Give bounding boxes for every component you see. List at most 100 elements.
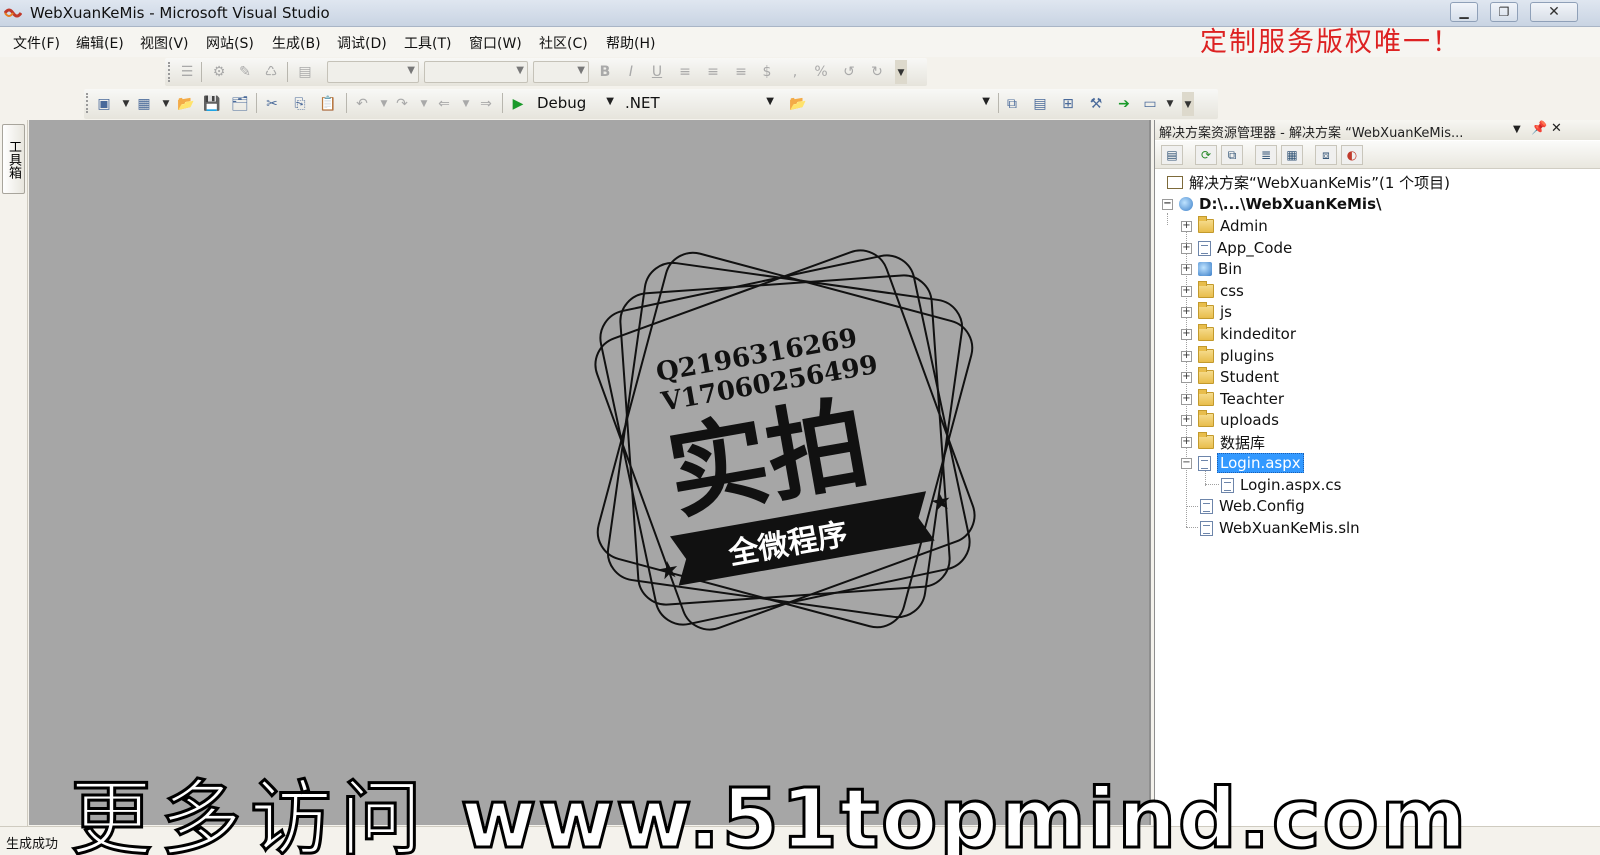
- align-right-icon[interactable]: ≡: [731, 62, 751, 82]
- menu-view[interactable]: 视图(V): [140, 33, 189, 53]
- copy-website-icon[interactable]: ⧈: [1315, 145, 1337, 165]
- tree-node-web-config[interactable]: Web.Config: [1200, 495, 1305, 517]
- expand-icon[interactable]: +: [1181, 285, 1192, 297]
- menu-community[interactable]: 社区(C): [539, 33, 588, 53]
- solution-platform-combo[interactable]: .NET ▼: [620, 92, 778, 114]
- tree-node-login-aspx-cs[interactable]: Login.aspx.cs: [1221, 474, 1341, 496]
- underline-icon[interactable]: U: [647, 62, 667, 82]
- paste-icon[interactable]: 📋: [318, 94, 338, 114]
- window-position-dropdown[interactable]: ▼: [1513, 124, 1521, 135]
- tree-node-plugins[interactable]: + plugins: [1181, 345, 1274, 367]
- expand-icon[interactable]: +: [1181, 350, 1192, 362]
- start-debug-icon[interactable]: ▶: [508, 94, 528, 114]
- tree-node-teachter[interactable]: + Teachter: [1181, 388, 1284, 410]
- apply-style-icon[interactable]: ♺: [261, 62, 281, 82]
- font-size-combo[interactable]: ▼: [533, 61, 589, 83]
- object-browser-icon[interactable]: ⊞: [1058, 94, 1078, 114]
- toolbar-grip[interactable]: [168, 62, 171, 82]
- minimize-button[interactable]: ▁: [1450, 2, 1478, 22]
- decrease-decimal-icon[interactable]: ↺: [839, 62, 859, 82]
- menu-edit[interactable]: 编辑(E): [76, 33, 124, 53]
- format-icon[interactable]: ⚙: [209, 62, 229, 82]
- toolbox-icon[interactable]: ⚒: [1086, 94, 1106, 114]
- tree-node-css[interactable]: + css: [1181, 280, 1244, 302]
- copy-icon[interactable]: ⎘: [290, 94, 310, 114]
- tree-node-js[interactable]: + js: [1181, 301, 1232, 323]
- refresh-icon[interactable]: ⟳: [1195, 145, 1217, 165]
- align-left-icon[interactable]: ≡: [675, 62, 695, 82]
- view-designer-icon[interactable]: ▦: [1281, 145, 1303, 165]
- command-window-icon[interactable]: ▭: [1140, 94, 1160, 114]
- cut-icon[interactable]: ✂: [262, 94, 282, 114]
- properties-window-icon[interactable]: ▤: [1030, 94, 1050, 114]
- percent-icon[interactable]: %: [811, 62, 831, 82]
- pin-icon[interactable]: 📌: [1531, 121, 1547, 136]
- redo-icon[interactable]: ↷: [392, 94, 412, 114]
- align-center-icon[interactable]: ≡: [703, 62, 723, 82]
- menu-window[interactable]: 窗口(W): [469, 33, 522, 53]
- expand-icon[interactable]: +: [1181, 436, 1192, 448]
- style-manager-icon[interactable]: ▤: [295, 62, 315, 82]
- tree-node-login-aspx[interactable]: − Login.aspx: [1181, 452, 1304, 474]
- collapse-icon[interactable]: −: [1162, 198, 1173, 210]
- tree-node-student[interactable]: + Student: [1181, 366, 1279, 388]
- indent-icon[interactable]: ☰: [177, 62, 197, 82]
- solution-configuration-combo[interactable]: Debug ▼: [532, 92, 618, 114]
- new-project-icon[interactable]: ▣: [94, 94, 114, 114]
- expand-icon[interactable]: +: [1181, 371, 1192, 383]
- toolbar-overflow-icon[interactable]: ▼: [1182, 92, 1194, 116]
- expand-icon[interactable]: +: [1181, 263, 1192, 275]
- close-icon[interactable]: ✕: [1551, 121, 1562, 136]
- menu-tools[interactable]: 工具(T): [404, 33, 451, 53]
- open-folder-icon[interactable]: 📂: [176, 94, 196, 114]
- properties-icon[interactable]: ▤: [1161, 145, 1183, 165]
- navigate-backward-icon[interactable]: ⇐: [434, 94, 454, 114]
- chevron-down-icon[interactable]: ▼: [374, 94, 394, 114]
- view-code-icon[interactable]: ≣: [1255, 145, 1277, 165]
- menu-debug[interactable]: 调试(D): [337, 33, 387, 53]
- navigate-forward-icon[interactable]: ⇒: [476, 94, 496, 114]
- expand-icon[interactable]: +: [1181, 306, 1192, 318]
- add-item-icon[interactable]: ▦: [134, 94, 154, 114]
- italic-icon[interactable]: I: [621, 62, 641, 82]
- collapse-icon[interactable]: −: [1181, 457, 1192, 469]
- expand-icon[interactable]: +: [1181, 393, 1192, 405]
- nest-files-icon[interactable]: ⧉: [1221, 145, 1243, 165]
- close-window-button[interactable]: ✕: [1530, 2, 1578, 22]
- bold-icon[interactable]: B: [595, 62, 615, 82]
- chevron-down-icon[interactable]: ▼: [1160, 94, 1180, 114]
- toolbar-grip[interactable]: [86, 93, 89, 113]
- start-page-icon[interactable]: ➔: [1114, 94, 1134, 114]
- expand-icon[interactable]: +: [1181, 242, 1192, 254]
- tree-node-solution-file[interactable]: WebXuanKeMis.sln: [1200, 517, 1360, 539]
- find-in-files-icon[interactable]: 📂: [788, 94, 808, 114]
- increase-decimal-icon[interactable]: ↻: [867, 62, 887, 82]
- chevron-down-icon[interactable]: ▼: [456, 94, 476, 114]
- solution-explorer-icon[interactable]: ⧉: [1002, 94, 1022, 114]
- style-icon[interactable]: ✎: [235, 62, 255, 82]
- expand-icon[interactable]: +: [1181, 220, 1192, 232]
- find-combo[interactable]: ▼: [812, 92, 994, 114]
- menu-file[interactable]: 文件(F): [13, 33, 60, 53]
- tree-node-uploads[interactable]: + uploads: [1181, 409, 1279, 431]
- menu-website[interactable]: 网站(S): [206, 33, 254, 53]
- solution-node[interactable]: 解决方案“WebXuanKeMis”(1 个项目): [1167, 171, 1450, 193]
- tree-node-bin[interactable]: + Bin: [1181, 258, 1242, 280]
- font-combo[interactable]: ▼: [424, 61, 528, 83]
- toolbar-overflow-icon[interactable]: ▼: [895, 60, 907, 84]
- chevron-down-icon[interactable]: ▼: [156, 94, 176, 114]
- expand-icon[interactable]: +: [1181, 328, 1192, 340]
- dollar-icon[interactable]: $: [757, 62, 777, 82]
- style-combo[interactable]: ▼: [327, 61, 419, 83]
- tree-node-app-code[interactable]: + App_Code: [1181, 237, 1292, 259]
- chevron-down-icon[interactable]: ▼: [116, 94, 136, 114]
- project-node[interactable]: − D:\...\WebXuanKeMis\: [1162, 193, 1381, 215]
- chevron-down-icon[interactable]: ▼: [414, 94, 434, 114]
- restore-button[interactable]: ❐: [1490, 2, 1518, 22]
- undo-icon[interactable]: ↶: [352, 94, 372, 114]
- menu-build[interactable]: 生成(B): [272, 33, 321, 53]
- save-icon[interactable]: 💾: [202, 94, 222, 114]
- expand-icon[interactable]: +: [1181, 414, 1192, 426]
- toolbox-tab[interactable]: 工具箱: [2, 124, 25, 194]
- asp-net-configuration-icon[interactable]: ◐: [1341, 145, 1363, 165]
